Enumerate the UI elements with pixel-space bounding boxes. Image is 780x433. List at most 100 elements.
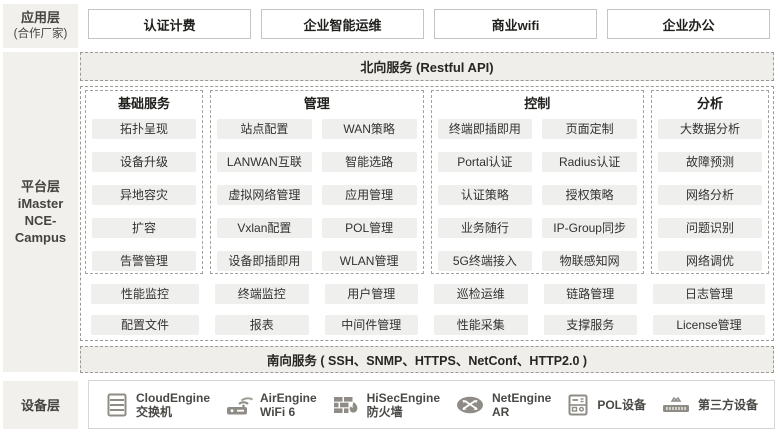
common-service-item: 日志管理: [653, 284, 765, 304]
group-analysis: 分析大数据分析故障预测网络分析问题识别网络调优: [651, 90, 769, 274]
device-label: POL设备: [597, 398, 646, 412]
layer-label-line: 平台层: [21, 178, 60, 195]
group-items-management: 站点配置WAN策略LANWAN互联智能选路虚拟网络管理应用管理Vxlan配置PO…: [217, 119, 417, 271]
device-label-line: NetEngine: [492, 391, 551, 405]
device-label-line: AirEngine: [260, 391, 317, 405]
group-title-analysis: 分析: [658, 96, 762, 111]
layer-label-line: Campus: [15, 229, 66, 246]
layer-label-application: 应用层(合作厂家): [3, 4, 78, 48]
device-pol-device: POL设备: [566, 392, 646, 418]
service-item: Vxlan配置: [217, 218, 312, 238]
group-basic-services: 基础服务拓扑呈现设备升级异地容灾扩容告警管理: [85, 90, 203, 274]
layer-label-platform: 平台层iMasterNCE-Campus: [3, 52, 78, 372]
device-label-line: 交换机: [136, 405, 210, 419]
service-item: POL管理: [322, 218, 417, 238]
router-icon: [455, 393, 485, 417]
service-item: 告警管理: [92, 251, 196, 271]
app-box-0: 认证计费: [88, 9, 251, 39]
service-item: 应用管理: [322, 185, 417, 205]
device-label-line: AR: [492, 405, 551, 419]
group-items-basic-services: 拓扑呈现设备升级异地容灾扩容告警管理: [92, 119, 196, 271]
platform-services-container: 基础服务拓扑呈现设备升级异地容灾扩容告警管理管理站点配置WAN策略LANWAN互…: [80, 86, 774, 341]
architecture-diagram: 应用层(合作厂家) 平台层iMasterNCE-Campus 设备层 认证计费企…: [0, 0, 780, 433]
device-third-party-device: 第三方设备: [661, 393, 758, 417]
group-control: 控制终端即插即用页面定制Portal认证Radius认证认证策略授权策略业务随行…: [431, 90, 645, 274]
device-switch: CloudEngine交换机: [105, 391, 210, 419]
firewall-icon: [332, 392, 360, 418]
common-service-item: 报表: [215, 315, 309, 335]
service-groups-row: 基础服务拓扑呈现设备升级异地容灾扩容告警管理管理站点配置WAN策略LANWAN互…: [85, 90, 769, 274]
device-layer-box: CloudEngine交换机 AirEngineWiFi 6 HiSecEngine…: [88, 380, 775, 429]
group-title-basic-services: 基础服务: [92, 96, 196, 111]
southbound-service-strip: 南向服务 ( SSH、SNMP、HTTPS、NetConf、HTTP2.0 ): [80, 346, 774, 373]
group-title-management: 管理: [217, 96, 417, 111]
service-item: 异地容灾: [92, 185, 196, 205]
group-items-control: 终端即插即用页面定制Portal认证Radius认证认证策略授权策略业务随行IP…: [438, 119, 638, 271]
common-services-grid: 性能监控终端监控用户管理巡检运维链路管理日志管理配置文件报表中间件管理性能采集支…: [91, 284, 765, 335]
third-party-device-icon: [661, 393, 691, 417]
common-service-item: 支撑服务: [544, 315, 638, 335]
northbound-service-label: 北向服务 (Restful API): [360, 57, 493, 76]
common-service-item: 终端监控: [215, 284, 309, 304]
service-item: 问题识别: [658, 218, 762, 238]
service-item: 5G终端接入: [438, 251, 533, 271]
group-management: 管理站点配置WAN策略LANWAN互联智能选路虚拟网络管理应用管理Vxlan配置…: [210, 90, 424, 274]
layer-label-line: NCE-: [25, 212, 57, 229]
device-label: CloudEngine交换机: [136, 391, 210, 419]
service-item: 网络分析: [658, 185, 762, 205]
device-label: 第三方设备: [698, 398, 758, 412]
common-service-item: 配置文件: [91, 315, 199, 335]
device-label-line: HiSecEngine: [367, 391, 440, 405]
device-label: NetEngineAR: [492, 391, 551, 419]
service-item: 设备即插即用: [217, 251, 312, 271]
application-boxes-row: 认证计费企业智能运维商业wifi企业办公: [88, 9, 770, 39]
device-label-line: CloudEngine: [136, 391, 210, 405]
common-service-item: License管理: [653, 315, 765, 335]
service-item: Portal认证: [438, 152, 533, 172]
service-item: 扩容: [92, 218, 196, 238]
device-access-point: AirEngineWiFi 6: [225, 391, 317, 419]
service-item: 虚拟网络管理: [217, 185, 312, 205]
device-label: AirEngineWiFi 6: [260, 391, 317, 419]
service-item: WLAN管理: [322, 251, 417, 271]
service-item: 认证策略: [438, 185, 533, 205]
common-service-item: 用户管理: [325, 284, 419, 304]
device-label-line: WiFi 6: [260, 405, 317, 419]
service-item: IP-Group同步: [542, 218, 637, 238]
service-item: 故障预测: [658, 152, 762, 172]
app-box-1: 企业智能运维: [261, 9, 424, 39]
device-label: HiSecEngine防火墙: [367, 391, 440, 419]
switch-icon: [105, 392, 129, 418]
common-service-item: 性能监控: [91, 284, 199, 304]
service-item: 站点配置: [217, 119, 312, 139]
service-item: 终端即插即用: [438, 119, 533, 139]
service-item: Radius认证: [542, 152, 637, 172]
service-item: 网络调优: [658, 251, 762, 271]
service-item: 设备升级: [92, 152, 196, 172]
access-point-icon: [225, 392, 253, 418]
service-item: 物联感知网: [542, 251, 637, 271]
service-item: WAN策略: [322, 119, 417, 139]
group-title-control: 控制: [438, 96, 638, 111]
service-item: 页面定制: [542, 119, 637, 139]
common-service-item: 性能采集: [434, 315, 528, 335]
device-label-line: 防火墙: [367, 405, 440, 419]
layer-label-line: iMaster: [18, 195, 64, 212]
service-item: 授权策略: [542, 185, 637, 205]
service-item: 大数据分析: [658, 119, 762, 139]
common-service-item: 链路管理: [544, 284, 638, 304]
northbound-service-strip: 北向服务 (Restful API): [80, 52, 774, 81]
common-service-item: 巡检运维: [434, 284, 528, 304]
service-item: LANWAN互联: [217, 152, 312, 172]
app-box-3: 企业办公: [607, 9, 770, 39]
common-service-item: 中间件管理: [325, 315, 419, 335]
group-items-analysis: 大数据分析故障预测网络分析问题识别网络调优: [658, 119, 762, 271]
device-label-line: 第三方设备: [698, 398, 758, 412]
device-label-line: POL设备: [597, 398, 646, 412]
layer-label-line: 应用层: [21, 9, 60, 26]
layer-label-line: 设备层: [21, 397, 60, 414]
pol-device-icon: [566, 392, 590, 418]
layer-label-line: (合作厂家): [14, 26, 68, 43]
layer-label-device: 设备层: [3, 381, 78, 429]
service-item: 拓扑呈现: [92, 119, 196, 139]
